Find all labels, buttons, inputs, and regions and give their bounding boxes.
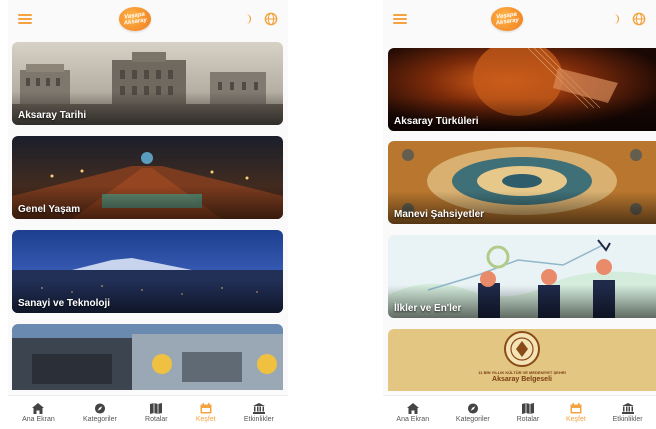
- category-card-ilkler-ve-enler[interactable]: İlkler ve En'ler: [388, 235, 656, 318]
- logo-text: Vaşapa Aksaray: [494, 11, 519, 27]
- category-card-factory[interactable]: [12, 324, 283, 390]
- calendar-icon: [570, 402, 582, 413]
- emblem-icon: [504, 331, 540, 367]
- compass-icon: [94, 402, 105, 414]
- nav-label: Ana Ekran: [396, 415, 430, 423]
- nav-kesfet[interactable]: Keşfet: [565, 402, 586, 423]
- nav-label: Ana Ekran: [22, 415, 55, 423]
- factory-image: [12, 324, 283, 390]
- museum-icon: [252, 402, 265, 414]
- museum-icon: [621, 402, 634, 414]
- category-card-aksaray-tarihi[interactable]: Aksaray Tarihi: [12, 42, 283, 125]
- map-icon: [521, 402, 534, 414]
- nav-label: Kategoriler: [455, 415, 490, 423]
- category-card-genel-yasam[interactable]: Genel Yaşam: [12, 136, 283, 219]
- screen-right: Vaşapa Aksaray Aksaray Türküleri Manevi …: [383, 0, 656, 429]
- category-card-sanayi-ve-teknoloji[interactable]: Sanayi ve Teknoloji: [12, 230, 283, 313]
- nav-rotalar[interactable]: Rotalar: [145, 402, 168, 423]
- home-icon: [32, 402, 45, 414]
- nav-label: Kategoriler: [82, 415, 117, 423]
- nav-etkinlikler[interactable]: Etkinlikler: [243, 402, 274, 423]
- category-card-manevi-sahsiyetler[interactable]: Manevi Şahsiyetler: [388, 141, 656, 224]
- calendar-icon: [200, 402, 212, 413]
- compass-icon: [467, 402, 478, 414]
- bottom-nav: Ana Ekran Kategoriler Rotalar Keşfet Etk…: [8, 395, 288, 429]
- nav-label: Etkinlikler: [612, 415, 643, 423]
- moon-icon[interactable]: [606, 12, 620, 26]
- map-icon: [150, 402, 163, 414]
- nav-label: Keşfet: [565, 415, 586, 423]
- bottom-nav: Ana Ekran Kategoriler Rotalar Keşfet Etk…: [383, 395, 656, 429]
- card-label: Genel Yaşam: [18, 204, 81, 215]
- belgesel-title: Aksaray Belgeseli: [492, 376, 552, 383]
- card-label: İlkler ve En'ler: [394, 303, 462, 314]
- nav-etkinlikler[interactable]: Etkinlikler: [612, 402, 643, 423]
- nav-kategoriler[interactable]: Kategoriler: [82, 402, 117, 423]
- nav-kategoriler[interactable]: Kategoriler: [455, 402, 490, 423]
- category-card-aksaray-belgeseli[interactable]: 11 BİN YILLIK KÜLTÜR VE MEDENİYET ŞEHRİ …: [388, 329, 656, 391]
- category-card-aksaray-turkuleri[interactable]: Aksaray Türküleri: [388, 48, 656, 131]
- menu-icon[interactable]: [393, 14, 407, 24]
- app-logo[interactable]: Vaşapa Aksaray: [119, 7, 151, 31]
- belgesel-subtitle: 11 BİN YILLIK KÜLTÜR VE MEDENİYET ŞEHRİ: [478, 370, 566, 375]
- nav-ana-ekran[interactable]: Ana Ekran: [396, 402, 430, 423]
- card-label: Sanayi ve Teknoloji: [18, 298, 111, 309]
- top-bar: Vaşapa Aksaray: [383, 0, 656, 38]
- nav-label: Etkinlikler: [243, 415, 274, 423]
- logo-text: Vaşapa Aksaray: [123, 11, 148, 27]
- top-bar: Vaşapa Aksaray: [8, 0, 288, 38]
- screen-left: Vaşapa Aksaray Aksaray Tarihi Genel Yaşa…: [8, 0, 288, 429]
- app-logo[interactable]: Vaşapa Aksaray: [490, 7, 523, 31]
- globe-icon[interactable]: [632, 12, 646, 26]
- nav-label: Rotalar: [145, 415, 168, 423]
- home-icon: [406, 402, 419, 414]
- card-label: Aksaray Tarihi: [18, 110, 87, 121]
- menu-icon[interactable]: [18, 14, 32, 24]
- card-label: Aksaray Türküleri: [394, 116, 479, 127]
- globe-icon[interactable]: [264, 12, 278, 26]
- moon-icon[interactable]: [238, 12, 252, 26]
- nav-label: Keşfet: [195, 415, 216, 423]
- nav-kesfet[interactable]: Keşfet: [195, 402, 216, 423]
- nav-rotalar[interactable]: Rotalar: [516, 402, 540, 423]
- nav-label: Rotalar: [516, 415, 540, 423]
- card-label: Manevi Şahsiyetler: [394, 209, 485, 220]
- nav-ana-ekran[interactable]: Ana Ekran: [22, 402, 55, 423]
